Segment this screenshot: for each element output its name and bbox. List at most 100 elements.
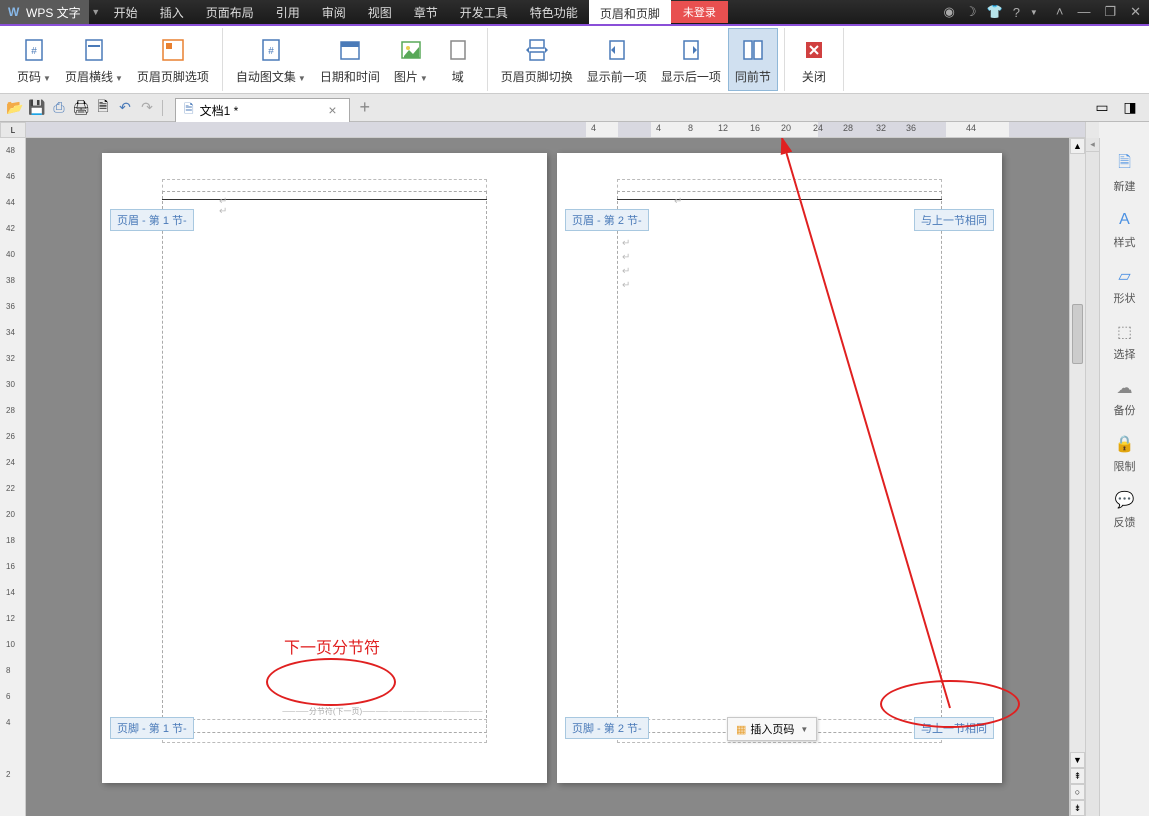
- ruler-mark: 34: [6, 328, 15, 337]
- doc-add-icon[interactable]: +: [350, 97, 381, 118]
- ribbon-图片[interactable]: 图片▼: [387, 28, 435, 91]
- ribbon-icon: #: [18, 34, 50, 66]
- annotation-text: 下一页分节符: [284, 634, 380, 658]
- rp-备份[interactable]: ☁备份: [1100, 370, 1149, 426]
- rp-限制[interactable]: 🔒 限制: [1100, 426, 1149, 482]
- ruler-mark: 10: [6, 640, 15, 649]
- doc-close-icon[interactable]: ×: [324, 102, 340, 118]
- ruler-mark: 12: [6, 614, 15, 623]
- right-panel-handle[interactable]: ◂: [1085, 138, 1099, 816]
- prev-page-icon[interactable]: ⇞: [1070, 768, 1085, 784]
- help-dropdown[interactable]: ▼: [1030, 8, 1038, 17]
- ribbon-页眉页脚切换[interactable]: 页眉页脚切换: [494, 28, 580, 91]
- tab-developer[interactable]: 开发工具: [449, 0, 519, 24]
- rp-反馈[interactable]: 💬反馈: [1100, 482, 1149, 538]
- tab-header-footer[interactable]: 页眉和页脚: [589, 0, 671, 24]
- qa-separator: [162, 100, 163, 116]
- ruler-mark: 16: [6, 562, 15, 571]
- ribbon-icon: [737, 34, 769, 66]
- para-marker: ↵: [622, 280, 630, 291]
- redo-icon[interactable]: ↷: [137, 98, 157, 118]
- vertical-scrollbar[interactable]: ▲ ▼ ⇞ ○ ⇟: [1069, 138, 1085, 816]
- ribbon-域[interactable]: 域: [435, 28, 481, 91]
- ribbon-toggle-icon[interactable]: ˄: [1056, 4, 1064, 20]
- ruler-mark: 20: [6, 510, 15, 519]
- footer-area-1[interactable]: [162, 719, 487, 743]
- sync-icon[interactable]: ◉: [944, 4, 955, 20]
- ribbon-关闭[interactable]: 关闭: [791, 28, 837, 91]
- scroll-thumb[interactable]: [1072, 304, 1083, 364]
- header-tag-2: 页眉 - 第 2 节-: [565, 209, 649, 231]
- ruler-mark: 40: [6, 250, 15, 259]
- rp-icon: 💬: [1115, 490, 1135, 510]
- horizontal-ruler[interactable]: 4 4 8 12 16 20 24 28 32 36 44: [26, 122, 1085, 138]
- ribbon-自动图文集[interactable]: #自动图文集▼: [229, 28, 313, 91]
- ribbon-label: 域: [452, 68, 464, 85]
- ribbon-icon: [798, 34, 830, 66]
- tab-page-layout[interactable]: 页面布局: [195, 0, 265, 24]
- rp-icon: 🗎: [1115, 154, 1135, 174]
- app-logo[interactable]: W WPS 文字: [0, 0, 89, 24]
- vertical-ruler[interactable]: 4846444240383634323028262422201816141210…: [0, 138, 26, 816]
- save-icon[interactable]: 💾: [27, 98, 47, 118]
- scroll-up-icon[interactable]: ▲: [1070, 138, 1085, 154]
- insert-page-number-button[interactable]: ▦ 插入页码 ▼: [727, 717, 817, 741]
- rp-label: 新建: [1114, 178, 1136, 194]
- ribbon-同前节[interactable]: 同前节: [728, 28, 778, 91]
- moon-icon[interactable]: ☽: [965, 4, 977, 20]
- tab-special[interactable]: 特色功能: [519, 0, 589, 24]
- tab-view[interactable]: 视图: [357, 0, 403, 24]
- ribbon-页眉页脚选项[interactable]: 页眉页脚选项: [130, 28, 216, 91]
- app-dropdown[interactable]: ▼: [89, 7, 103, 17]
- scroll-track[interactable]: [1070, 154, 1085, 752]
- menu-tabs: 开始 插入 页面布局 引用 审阅 视图 章节 开发工具 特色功能 页眉和页脚: [103, 0, 671, 24]
- rp-label: 限制: [1114, 458, 1136, 474]
- rp-icon: 🔒: [1115, 434, 1135, 454]
- rp-选择[interactable]: ⬚选择: [1100, 314, 1149, 370]
- rp-样式[interactable]: A样式: [1100, 202, 1149, 258]
- view-mode-icon[interactable]: ▭: [1092, 98, 1112, 118]
- tab-section[interactable]: 章节: [403, 0, 449, 24]
- tab-review[interactable]: 审阅: [311, 0, 357, 24]
- scroll-down-icon[interactable]: ▼: [1070, 752, 1085, 768]
- document-area[interactable]: ↵ ↵ 页眉 - 第 1 节- 页脚 - 第 1 节- ⸺⸺分节符(下一页)⸺⸺…: [26, 138, 1069, 816]
- tab-reference[interactable]: 引用: [265, 0, 311, 24]
- ribbon-label: 页码▼: [17, 68, 51, 85]
- panel-icon[interactable]: ◨: [1120, 98, 1140, 118]
- ribbon-icon: [442, 34, 474, 66]
- footer-same-tag: 与上一节相同: [914, 717, 994, 739]
- ribbon-label: 日期和时间: [320, 68, 380, 85]
- rp-形状[interactable]: ▱形状: [1100, 258, 1149, 314]
- maximize-icon[interactable]: ❐: [1104, 4, 1116, 20]
- rp-新建[interactable]: 🗎 新建: [1100, 146, 1149, 202]
- panel-collapse-icon[interactable]: ◂: [1086, 138, 1099, 152]
- ribbon-页码[interactable]: # 页码▼: [10, 28, 58, 91]
- ribbon-页眉横线[interactable]: 页眉横线▼: [58, 28, 130, 91]
- ribbon-显示前一项[interactable]: 显示前一项: [580, 28, 654, 91]
- ribbon-icon: [157, 34, 189, 66]
- ribbon-label: 同前节: [735, 68, 771, 85]
- minimize-icon[interactable]: ―: [1077, 4, 1090, 20]
- ribbon-日期和时间[interactable]: 日期和时间: [313, 28, 387, 91]
- ruler-mark: 46: [6, 172, 15, 181]
- ruler-mark: 8: [6, 666, 10, 675]
- undo-icon[interactable]: ↶: [115, 98, 135, 118]
- footer-tag-1: 页脚 - 第 1 节-: [110, 717, 194, 739]
- print-direct-icon[interactable]: ⎙: [49, 98, 69, 118]
- login-status[interactable]: 未登录: [671, 1, 728, 23]
- help-icon[interactable]: ?: [1013, 5, 1020, 20]
- doc-tab[interactable]: 🗎 文档1 * ×: [175, 98, 350, 122]
- page-content-2[interactable]: ↵ ↵ ↵ ↵ ↵ ↵ ↵: [617, 191, 942, 733]
- open-icon[interactable]: 📂: [5, 98, 25, 118]
- print-preview-icon[interactable]: 🗎: [93, 98, 113, 118]
- browse-object-icon[interactable]: ○: [1070, 784, 1085, 800]
- tab-start[interactable]: 开始: [103, 0, 149, 24]
- next-page-icon[interactable]: ⇟: [1070, 800, 1085, 816]
- close-icon[interactable]: ✕: [1130, 4, 1141, 20]
- ruler-mark: 42: [6, 224, 15, 233]
- section-break-marker: ⸺⸺分节符(下一页)⸺⸺⸺⸺⸺⸺⸺⸺⸺: [282, 706, 487, 717]
- print-icon[interactable]: 🖨: [71, 98, 91, 118]
- tab-insert[interactable]: 插入: [149, 0, 195, 24]
- ribbon-显示后一项[interactable]: 显示后一项: [654, 28, 728, 91]
- shirt-icon[interactable]: 👕: [987, 4, 1003, 20]
